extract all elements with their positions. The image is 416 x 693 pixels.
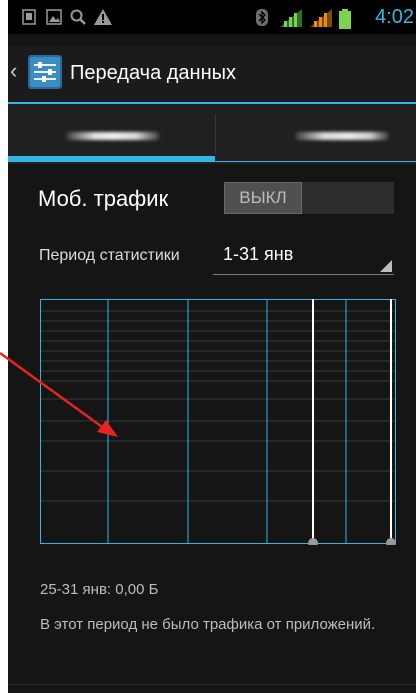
mobile-traffic-toggle[interactable]: ВЫКЛ	[224, 182, 394, 214]
tab-first[interactable]	[8, 104, 215, 164]
tab-label-redacted	[66, 132, 160, 140]
usage-chart[interactable]	[40, 299, 396, 545]
tab-second[interactable]	[217, 104, 416, 164]
spinner-corner-icon	[380, 260, 392, 272]
chart-grid	[40, 310, 396, 502]
tab-selected-indicator	[8, 156, 215, 162]
back-icon[interactable]: ‹	[10, 60, 17, 82]
action-bar: ‹ Передача данных	[8, 46, 416, 102]
warning-icon	[94, 9, 112, 25]
tab-bar	[8, 104, 416, 164]
period-label: Период статистики	[39, 247, 180, 264]
image-icon	[46, 9, 62, 25]
signal-icon	[310, 9, 332, 27]
search-icon	[70, 9, 86, 25]
phone-screen: 4:02 ‹ Передача данных Моб. трафик ВЫКЛ	[8, 0, 416, 693]
signal-icon	[280, 9, 302, 27]
tab-label-redacted	[295, 132, 389, 140]
tab-separator	[215, 114, 216, 154]
battery-icon	[339, 9, 351, 29]
period-value: 1-31 янв	[223, 244, 294, 264]
tab-underline	[215, 161, 416, 162]
bluetooth-icon	[256, 9, 268, 26]
status-bar: 4:02	[8, 0, 416, 34]
page-title: Передача данных	[70, 62, 237, 84]
settings-sliders-icon[interactable]	[28, 55, 62, 89]
range-start-handle[interactable]	[308, 538, 318, 545]
sim-icon	[22, 9, 36, 25]
toggle-state: ВЫКЛ	[224, 182, 302, 214]
no-traffic-note: В этот период не было трафика от приложе…	[40, 616, 376, 633]
status-time: 4:02	[375, 6, 414, 28]
mobile-traffic-label: Моб. трафик	[38, 186, 169, 211]
range-end-handle[interactable]	[386, 538, 396, 545]
list-divider	[8, 684, 416, 685]
period-spinner[interactable]: 1-31 янв	[213, 240, 394, 275]
period-usage-summary: 25-31 янв: 0,00 Б	[40, 581, 159, 598]
